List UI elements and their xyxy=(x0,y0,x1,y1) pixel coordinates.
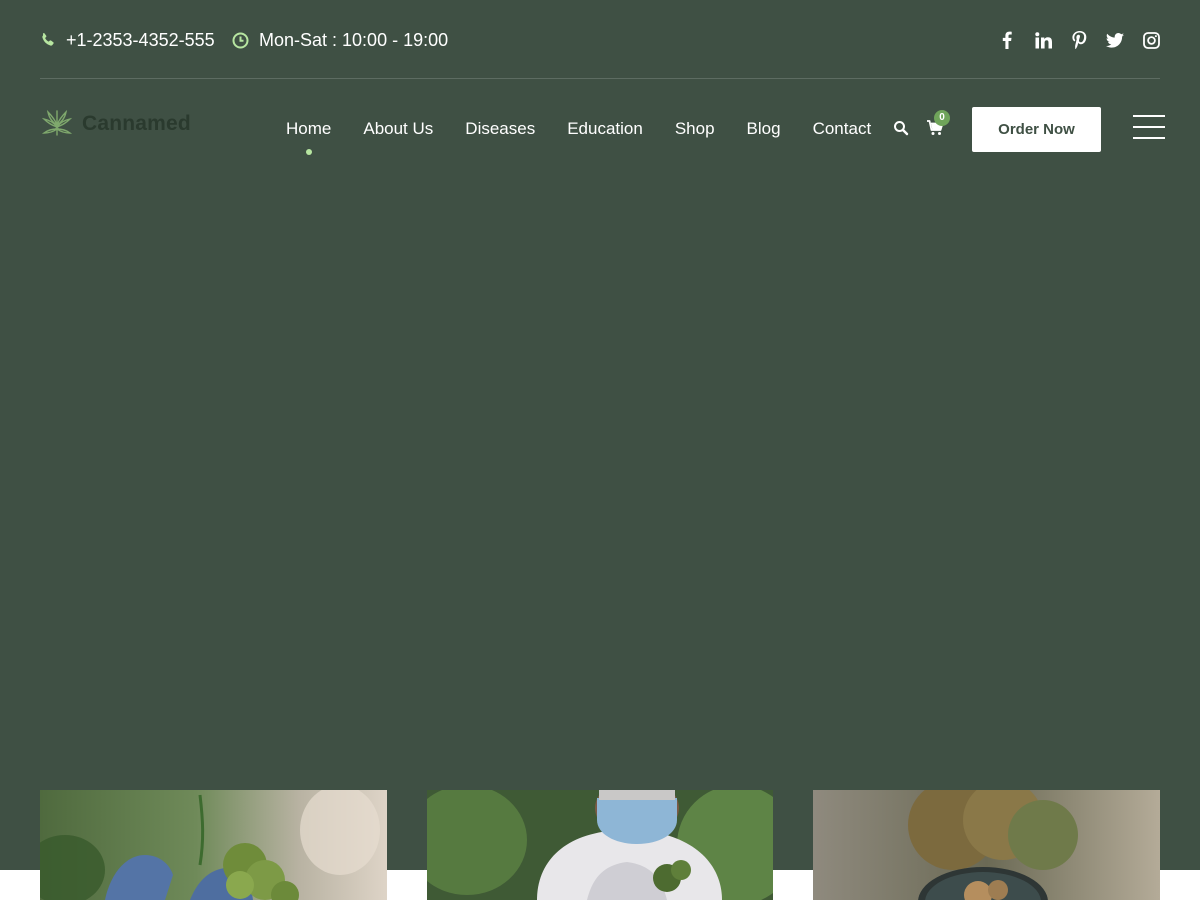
nav-item-home[interactable]: Home xyxy=(270,112,347,155)
hours-text: Mon-Sat : 10:00 - 19:00 xyxy=(259,29,449,50)
facebook-icon[interactable] xyxy=(998,31,1016,49)
top-bar: +1-2353-4352-555 Mon-Sat : 10:00 - 19:00 xyxy=(40,0,1160,79)
hamburger-menu-icon[interactable] xyxy=(1133,115,1165,141)
feature-card-cannabis-bud[interactable] xyxy=(40,790,387,900)
feature-card-scientist[interactable] xyxy=(427,790,773,900)
brand-name: Cannamed xyxy=(82,112,191,135)
phone-contact[interactable]: +1-2353-4352-555 xyxy=(40,28,215,52)
feature-card-dried-buds-jar[interactable] xyxy=(813,790,1160,900)
scientist-examining-plant-image xyxy=(427,790,773,900)
linkedin-icon[interactable] xyxy=(1034,31,1052,49)
jar-of-dried-buds-image xyxy=(813,790,1160,900)
cannabis-leaf-icon xyxy=(40,105,74,144)
nav-item-about-us[interactable]: About Us xyxy=(347,112,449,146)
opening-hours: Mon-Sat : 10:00 - 19:00 xyxy=(232,28,448,52)
nav-item-shop[interactable]: Shop xyxy=(659,112,731,146)
nav-item-label: Contact xyxy=(812,119,872,138)
main-nav: Home About Us Diseases Education Shop Bl… xyxy=(270,112,888,155)
nav-item-label: Diseases xyxy=(465,119,536,138)
twitter-icon[interactable] xyxy=(1106,31,1124,49)
nav-item-label: About Us xyxy=(363,119,434,138)
active-indicator xyxy=(305,149,312,155)
pinterest-icon[interactable] xyxy=(1070,31,1088,49)
site-logo[interactable]: Cannamed xyxy=(40,106,191,142)
order-now-button[interactable]: Order Now xyxy=(972,107,1101,152)
instagram-icon[interactable] xyxy=(1142,31,1160,49)
nav-item-blog[interactable]: Blog xyxy=(731,112,797,146)
phone-number: +1-2353-4352-555 xyxy=(66,29,215,50)
social-links xyxy=(998,28,1160,52)
nav-item-diseases[interactable]: Diseases xyxy=(449,112,551,146)
nav-item-label: Shop xyxy=(674,119,715,138)
phone-icon xyxy=(40,32,56,48)
nav-item-education[interactable]: Education xyxy=(551,112,659,146)
gloved-hand-cannabis-image xyxy=(40,790,387,900)
nav-item-label: Education xyxy=(567,119,643,138)
search-icon[interactable] xyxy=(893,120,909,136)
clock-icon xyxy=(232,32,249,49)
nav-item-label: Blog xyxy=(746,119,781,138)
nav-item-label: Home xyxy=(286,119,332,138)
cart-count-badge: 0 xyxy=(934,110,950,126)
nav-item-contact[interactable]: Contact xyxy=(797,112,888,146)
